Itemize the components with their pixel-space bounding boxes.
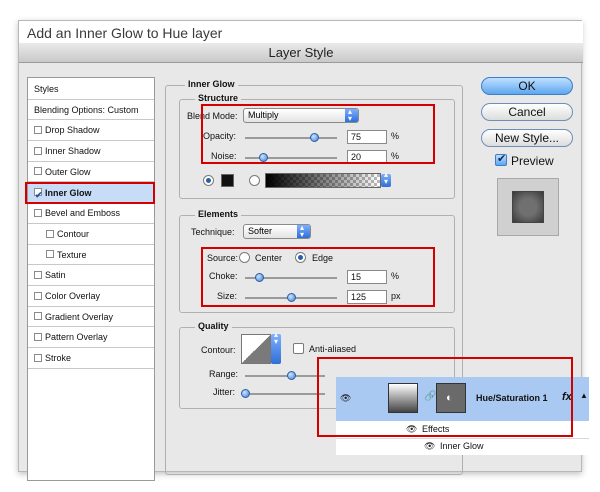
color-swatch[interactable] xyxy=(221,174,234,187)
screenshot-frame: Add an Inner Glow to Hue layer Layer Sty… xyxy=(18,20,589,481)
style-checkbox[interactable] xyxy=(34,312,42,321)
style-item[interactable]: Bevel and Emboss xyxy=(28,203,154,224)
gradient-picker[interactable] xyxy=(265,173,381,188)
collapse-arrow-icon[interactable]: ▲ xyxy=(580,391,588,400)
style-item[interactable]: Styles xyxy=(28,79,154,100)
style-item-label: Pattern Overlay xyxy=(45,332,108,343)
inner-glow-title: Inner Glow xyxy=(185,79,238,89)
inner-glow-effect-label: Inner Glow xyxy=(440,441,484,451)
quality-title: Quality xyxy=(195,321,232,331)
style-item[interactable]: Blending Options: Custom xyxy=(28,100,154,121)
style-item-label: Color Overlay xyxy=(45,291,101,301)
preview-checkbox[interactable]: ✔ xyxy=(495,153,507,166)
style-item-label: Outer Glow xyxy=(45,166,91,177)
style-item-label: Inner Shadow xyxy=(45,146,101,157)
styles-list: Styles Blending Options: Custom Drop Shado… xyxy=(27,77,155,481)
style-checkbox[interactable] xyxy=(34,167,42,176)
style-item-label: Blending Options: Custom xyxy=(34,104,139,115)
technique-select[interactable]: Softer xyxy=(243,221,311,241)
style-item[interactable]: Stroke xyxy=(28,348,154,369)
checkmark-icon: ✔ xyxy=(497,153,507,165)
preview-swatch xyxy=(512,191,544,223)
style-item-label: Bevel and Emboss xyxy=(45,208,121,219)
style-item-label: Satin xyxy=(45,270,66,281)
style-checkbox[interactable] xyxy=(34,270,42,279)
jitter-label: Jitter: xyxy=(213,387,236,397)
new-style-button[interactable]: New Style... xyxy=(481,129,573,147)
range-slider[interactable] xyxy=(245,375,325,377)
style-item-label: Drop Shadow xyxy=(45,125,100,136)
preview-label[interactable]: Preview xyxy=(511,154,554,168)
style-checkbox[interactable] xyxy=(34,208,42,217)
inner-glow-effect-row[interactable]: 👁 Inner Glow xyxy=(336,439,589,455)
tutorial-caption: Add an Inner Glow to Hue layer xyxy=(19,21,583,43)
highlight-inner-glow-item xyxy=(25,182,155,204)
style-item-label: Gradient Overlay xyxy=(45,311,114,322)
contour-picker[interactable] xyxy=(241,334,271,364)
style-item[interactable]: Color Overlay xyxy=(28,286,154,307)
cancel-button[interactable]: Cancel xyxy=(481,103,573,121)
contour-label: Contour: xyxy=(201,345,236,355)
style-item-label: Styles xyxy=(34,84,59,94)
preview-thumbnail xyxy=(497,178,559,236)
style-item-label: Contour xyxy=(57,228,90,239)
structure-title: Structure xyxy=(195,93,242,103)
style-item[interactable]: Pattern Overlay xyxy=(28,327,154,349)
style-checkbox[interactable] xyxy=(34,333,42,342)
style-item[interactable]: Drop Shadow xyxy=(28,120,154,142)
color-radio[interactable] xyxy=(203,175,214,186)
jitter-slider[interactable] xyxy=(245,393,325,395)
style-item[interactable]: Satin xyxy=(28,265,154,286)
style-item[interactable]: Gradient Overlay xyxy=(28,307,154,328)
style-checkbox[interactable] xyxy=(34,353,42,362)
jitter-slider-thumb[interactable] xyxy=(241,389,250,398)
range-label: Range: xyxy=(209,369,239,379)
eye-icon[interactable]: 👁 xyxy=(424,441,435,452)
range-slider-thumb[interactable] xyxy=(287,371,296,380)
gradient-radio[interactable] xyxy=(249,175,260,186)
highlight-layers-panel xyxy=(317,357,573,437)
technique-label: Technique: xyxy=(191,227,235,237)
chevron-updown-icon xyxy=(297,221,310,241)
style-item-label: Stroke xyxy=(45,353,72,364)
ok-button[interactable]: OK xyxy=(481,77,573,95)
gradient-dropdown-icon[interactable] xyxy=(381,170,391,187)
style-checkbox[interactable] xyxy=(46,250,54,259)
style-item[interactable]: Texture xyxy=(28,245,154,266)
technique-value: Softer xyxy=(248,226,273,236)
style-item[interactable]: Inner Shadow xyxy=(28,141,154,162)
style-checkbox[interactable] xyxy=(46,229,54,238)
dialog-title: Layer Style xyxy=(19,43,583,63)
highlight-structure-settings xyxy=(201,104,435,164)
style-item[interactable]: Contour xyxy=(28,224,154,245)
style-item-label: Texture xyxy=(57,249,87,260)
style-item[interactable]: Outer Glow xyxy=(28,162,154,183)
highlight-elements-settings xyxy=(201,247,435,307)
elements-title: Elements xyxy=(195,209,242,219)
style-checkbox[interactable] xyxy=(34,146,42,155)
style-checkbox[interactable] xyxy=(34,291,42,300)
anti-aliased-checkbox[interactable] xyxy=(293,343,304,354)
contour-dropdown-icon[interactable] xyxy=(271,330,281,364)
anti-aliased-label[interactable]: Anti-aliased xyxy=(309,344,356,354)
style-checkbox[interactable] xyxy=(34,126,42,135)
